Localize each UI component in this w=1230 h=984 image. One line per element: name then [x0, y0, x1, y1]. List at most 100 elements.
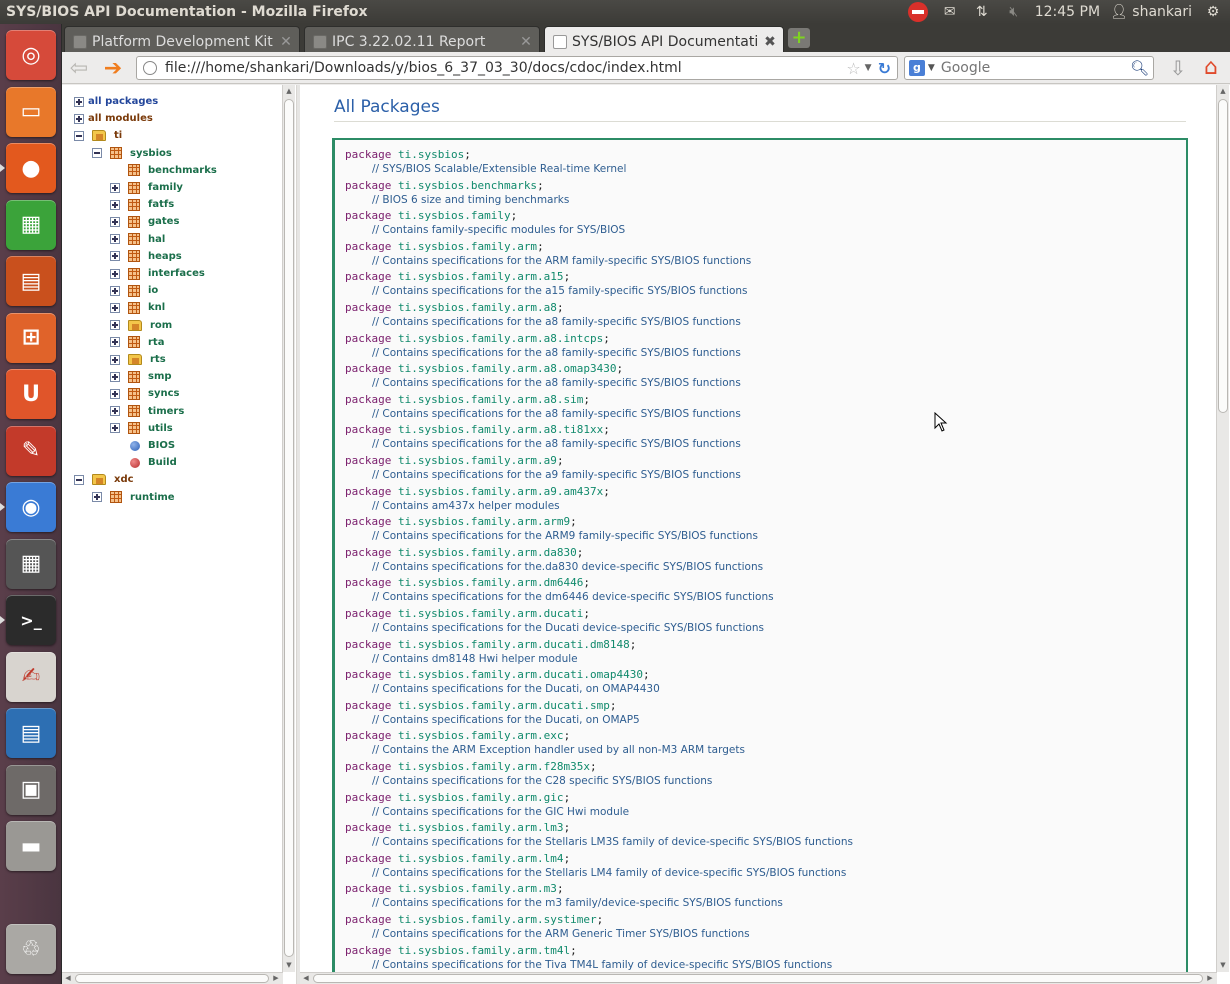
tree-item-ti[interactable]: ti: [74, 128, 122, 143]
expand-plus-icon[interactable]: [110, 285, 120, 296]
package-link[interactable]: ti.sysbios.family.arm.da830: [398, 546, 577, 559]
search-bar[interactable]: g ▼ 🔍︎: [904, 56, 1154, 80]
expand-plus-icon[interactable]: [110, 302, 120, 313]
tree-item-label[interactable]: fatfs: [148, 199, 174, 210]
expand-plus-icon[interactable]: [110, 423, 120, 434]
tree-item-smp[interactable]: smp: [110, 369, 172, 384]
package-link[interactable]: ti.sysbios.family.arm.a8.sim: [398, 393, 583, 406]
disk-drive-icon[interactable]: ▬: [6, 821, 56, 871]
do-not-disturb-icon[interactable]: [907, 2, 929, 22]
package-link[interactable]: ti.sysbios.family.arm.ducati.omap4430: [398, 668, 643, 681]
trash-icon[interactable]: ♲: [6, 924, 56, 974]
package-link[interactable]: ti.sysbios: [398, 148, 464, 161]
package-link[interactable]: ti.sysbios.benchmarks: [398, 179, 537, 192]
home-icon[interactable]: ⌂: [1198, 55, 1224, 81]
tree-horizontal-scrollbar[interactable]: ◀ ▶: [62, 972, 283, 984]
back-button[interactable]: ⇦: [66, 56, 92, 81]
collapse-minus-icon[interactable]: [74, 474, 84, 485]
terminal-icon[interactable]: >_: [6, 595, 56, 645]
tree-item-build[interactable]: Build: [110, 455, 177, 470]
expand-plus-icon[interactable]: [110, 371, 120, 382]
tree-item-label[interactable]: timers: [148, 406, 184, 417]
page-horizontal-scrollbar[interactable]: ◀ ▶: [300, 972, 1217, 984]
tree-item-label[interactable]: gates: [148, 216, 179, 227]
volume-muted-icon[interactable]: 🔇︎: [1003, 2, 1025, 22]
system-settings-icon[interactable]: ✎: [6, 425, 56, 476]
tree-item-sysbios[interactable]: sysbios: [92, 146, 172, 161]
expand-plus-icon[interactable]: [110, 216, 120, 227]
package-link[interactable]: ti.sysbios.family.arm.dm6446: [398, 576, 583, 589]
url-bar[interactable]: file:///home/shankari/Downloads/y/bios_6…: [136, 56, 898, 80]
tree-item-timers[interactable]: timers: [110, 404, 184, 419]
scroll-thumb[interactable]: [75, 974, 269, 983]
tree-item-hal[interactable]: hal: [110, 232, 165, 247]
package-link[interactable]: ti.sysbios.family.arm.ducati.smp: [398, 699, 610, 712]
google-search-engine-icon[interactable]: g: [909, 60, 925, 76]
expand-plus-icon[interactable]: [110, 268, 120, 279]
tree-item-family[interactable]: family: [110, 180, 183, 195]
package-link[interactable]: ti.sysbios.family.arm.lm4: [398, 852, 564, 865]
scroll-right-arrow-icon[interactable]: ▶: [270, 973, 282, 984]
scroll-thumb[interactable]: [313, 974, 1203, 983]
tree-item-runtime[interactable]: runtime: [92, 490, 175, 505]
calculator-icon[interactable]: ▦: [6, 538, 56, 589]
spreadsheet-icon[interactable]: ▦: [6, 199, 56, 250]
bookmark-star-icon[interactable]: ☆: [846, 59, 860, 78]
package-link[interactable]: ti.sysbios.family.arm.arm9: [398, 515, 570, 528]
package-link[interactable]: ti.sysbios.family.arm.a8.ti81xx: [398, 423, 603, 436]
package-link[interactable]: ti.sysbios.family.arm.a8.omap3430: [398, 362, 617, 375]
tree-item-all-packages[interactable]: all packages: [74, 94, 158, 109]
tree-item-label[interactable]: xdc: [114, 474, 134, 485]
expand-plus-icon[interactable]: [110, 337, 120, 348]
tree-item-label[interactable]: ti: [114, 130, 122, 141]
presentation-icon[interactable]: ▤: [6, 256, 56, 306]
user-menu[interactable]: 👤︎ shankari: [1110, 4, 1192, 20]
package-link[interactable]: ti.sysbios.family.arm.exc: [398, 729, 564, 742]
tree-item-knl[interactable]: knl: [110, 300, 165, 315]
search-engine-dropdown-icon[interactable]: ▼: [928, 63, 935, 73]
package-link[interactable]: ti.sysbios.family.arm.gic: [398, 791, 564, 804]
writer-icon[interactable]: ▤: [6, 708, 56, 758]
package-link[interactable]: ti.sysbios.family.arm.tm4l: [398, 944, 570, 957]
tree-item-all-modules[interactable]: all modules: [74, 111, 153, 126]
new-tab-button[interactable]: +: [788, 28, 810, 48]
package-link[interactable]: ti.sysbios.family.arm.ducati: [398, 607, 583, 620]
tree-vertical-scrollbar[interactable]: ▲ ▼: [282, 85, 295, 972]
workspace-switcher-icon[interactable]: ▣: [6, 764, 56, 815]
scroll-down-arrow-icon[interactable]: ▼: [1217, 959, 1229, 971]
scroll-right-arrow-icon[interactable]: ▶: [1204, 973, 1216, 984]
tree-item-label[interactable]: all modules: [88, 113, 153, 124]
collapse-minus-icon[interactable]: [92, 148, 102, 159]
tree-item-label[interactable]: rta: [148, 337, 164, 348]
software-center-icon[interactable]: ⊞: [6, 312, 56, 363]
tree-item-gates[interactable]: gates: [110, 214, 179, 229]
reload-icon[interactable]: ↻: [878, 59, 891, 78]
tree-item-label[interactable]: heaps: [148, 251, 182, 262]
tree-item-label[interactable]: knl: [148, 302, 165, 313]
tree-item-rts[interactable]: rts: [110, 352, 166, 367]
tree-item-label[interactable]: benchmarks: [148, 165, 217, 176]
expand-plus-icon[interactable]: [110, 406, 120, 417]
tree-item-label[interactable]: syncs: [148, 388, 179, 399]
search-magnifier-icon[interactable]: 🔍︎: [1130, 59, 1149, 77]
tree-item-label[interactable]: interfaces: [148, 268, 205, 279]
tree-item-interfaces[interactable]: interfaces: [110, 266, 205, 281]
scroll-left-arrow-icon[interactable]: ◀: [300, 973, 312, 984]
package-link[interactable]: ti.sysbios.family.arm.a9: [398, 454, 557, 467]
scroll-thumb[interactable]: [284, 99, 294, 957]
tree-item-label[interactable]: hal: [148, 234, 165, 245]
expand-plus-icon[interactable]: [74, 96, 84, 107]
scroll-up-arrow-icon[interactable]: ▲: [1217, 85, 1229, 97]
scroll-down-arrow-icon[interactable]: ▼: [283, 959, 295, 971]
package-link[interactable]: ti.sysbios.family.arm.m3: [398, 882, 557, 895]
tree-item-label[interactable]: sysbios: [130, 148, 172, 159]
firefox-icon[interactable]: ●: [6, 143, 56, 193]
tree-item-label[interactable]: rts: [150, 354, 166, 365]
scroll-up-arrow-icon[interactable]: ▲: [283, 85, 295, 97]
package-link[interactable]: ti.sysbios.family.arm.a9.am437x: [398, 485, 603, 498]
close-tab-icon[interactable]: ✕: [279, 34, 293, 50]
tree-item-label[interactable]: runtime: [130, 492, 175, 503]
search-input[interactable]: [940, 60, 1130, 76]
url-text[interactable]: file:///home/shankari/Downloads/y/bios_6…: [165, 60, 846, 76]
tree-item-rom[interactable]: rom: [110, 318, 172, 333]
